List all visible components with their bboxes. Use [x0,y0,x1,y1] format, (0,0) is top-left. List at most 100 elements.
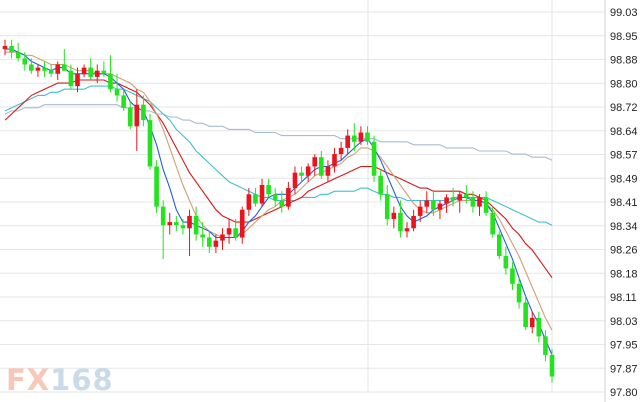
candle-body [391,212,397,219]
candle [299,166,304,182]
candle-body [187,215,192,229]
candle [220,228,225,250]
candle [319,151,324,179]
candle-body [286,188,291,207]
candle [503,246,509,275]
candle [437,200,443,219]
candle [338,141,344,161]
candle [378,169,383,201]
candle-body [450,197,456,201]
y-tick-label: 99.03 [610,7,638,19]
candle [266,178,271,198]
candle [365,126,370,145]
candle-body [174,222,179,226]
candle-body [332,154,337,167]
candle-body [444,197,449,204]
candle-body [496,234,502,257]
y-tick-label: 98.49 [610,173,638,185]
y-tick-label: 98.18 [610,268,638,280]
candle-body [365,132,370,142]
candle [9,39,14,59]
candle-body [424,200,430,207]
candle-body [160,206,166,226]
candle [88,58,93,80]
candle [75,67,80,93]
candle-body [292,172,298,189]
candle-body [404,228,410,232]
candle-body [536,317,542,337]
candle-body [141,104,146,121]
candle-body [206,237,212,247]
moving-average-ma-grey [4,104,553,161]
candle-body [101,70,107,74]
candle [15,42,21,62]
candle-body [378,175,383,195]
candle-body [477,197,482,207]
y-tick-label: 98.57 [610,150,638,162]
candle [272,188,278,207]
candle-body [470,197,476,207]
candle-body [437,203,443,210]
candle [536,311,542,343]
candle-body [114,89,120,96]
candle [305,163,311,182]
candle-body [305,166,311,176]
candle-body [259,185,265,204]
candle [42,61,47,77]
candle-body [134,104,140,127]
candle-body [483,197,489,213]
candle-body [312,157,318,167]
candle-body [398,212,403,232]
candle-body [48,70,54,74]
candle [404,222,410,238]
candle-body [490,212,495,235]
candle [134,89,140,152]
candle [48,64,54,77]
candle-body [213,240,219,247]
y-tick-label: 98.64 [610,126,638,138]
candle-body [154,166,159,207]
candle-body [246,194,252,210]
candle-body [549,354,555,377]
candle [127,101,133,130]
candle-body [351,135,357,142]
candle [384,185,390,226]
candle-body [325,166,331,176]
candle-body [253,194,258,204]
y-tick-label: 97.80 [610,387,638,399]
fx168-watermark-logo: FX168 [6,363,114,397]
candle-body [338,147,344,155]
y-tick-label: 97.87 [610,363,638,375]
candle [510,262,515,291]
candle-body [239,209,245,238]
candle-body [35,67,41,71]
candle-body [523,302,528,328]
candle [29,58,34,74]
candle-body [121,95,126,108]
candle-body [2,45,8,50]
candle [167,212,173,235]
candle-body [94,70,100,77]
candle-body [299,172,304,176]
candle [398,200,403,238]
candle [108,55,113,93]
moving-average-ma-mid [5,51,553,331]
candle [2,39,8,56]
candle-body [503,256,509,269]
candle-body [42,67,47,71]
candle-body [464,194,469,198]
candle [180,218,186,235]
candle-body [226,228,232,235]
candle-body [384,194,390,219]
candle [239,206,245,244]
y-axis-tick-labels: 99.03 98.95 98.88 98.80 98.72 98.64 98.57 98.49… [610,7,638,399]
candle-body [127,107,133,127]
candle-body [510,268,515,284]
y-tick-label: 98.41 [610,197,638,209]
candle [424,191,430,213]
candle-body [457,194,463,201]
y-tick-label: 98.34 [610,221,638,233]
candle-body [22,58,28,65]
y-tick-label: 98.03 [610,316,638,328]
candle [174,215,179,232]
